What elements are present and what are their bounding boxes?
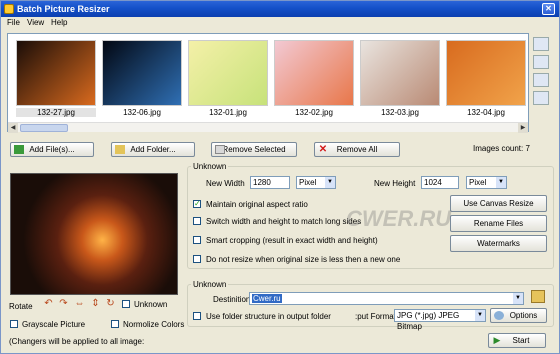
- remove-all-button[interactable]: ✕ Remove All: [314, 142, 400, 157]
- app-window: Batch Picture Resizer ✕ File View Help 1…: [0, 0, 560, 354]
- scroll-thumb[interactable]: [20, 124, 68, 132]
- list-view-icon[interactable]: [533, 73, 549, 87]
- grayscale-checkbox[interactable]: [10, 320, 18, 328]
- thumbnail-label: 132-06.jpg: [123, 108, 161, 117]
- close-icon[interactable]: ✕: [542, 3, 555, 15]
- thumbnail-label: 132-27.jpg: [16, 108, 96, 117]
- normalize-checkbox[interactable]: [111, 320, 119, 328]
- window-title: Batch Picture Resizer: [17, 4, 110, 14]
- thumbnail-label: 132-04.jpg: [467, 108, 505, 117]
- footnote: (Changers will be applied to all image:: [9, 337, 145, 346]
- folder-structure-checkbox[interactable]: [193, 312, 201, 320]
- new-height-input[interactable]: [421, 176, 459, 189]
- switch-sides-label: Switch width and height to match long si…: [206, 217, 362, 226]
- resize-group-title: Unknown: [191, 162, 229, 171]
- grayscale-label: Grayscale Picture: [22, 320, 86, 329]
- add-folder-button[interactable]: Add Folder...: [111, 142, 195, 157]
- thumbnail-image[interactable]: [446, 40, 526, 106]
- maintain-aspect-label: Maintain original aspect ratio: [206, 200, 308, 209]
- browse-folder-icon[interactable]: [531, 290, 545, 303]
- thumbnail-image[interactable]: [360, 40, 440, 106]
- start-button[interactable]: ▶ Start: [488, 333, 546, 348]
- menu-bar: File View Help: [1, 17, 559, 30]
- output-group-title: Unknown: [191, 280, 229, 289]
- chevron-down-icon: ▼: [475, 310, 485, 321]
- no-resize-checkbox[interactable]: [193, 255, 201, 263]
- red-x-icon: ✕: [318, 144, 328, 155]
- new-width-label: New Width: [206, 179, 245, 188]
- destination-input[interactable]: Cwer.ru ▼: [249, 292, 524, 305]
- unknown-label: Unknown: [134, 300, 168, 309]
- image-preview: [10, 173, 178, 295]
- chevron-down-icon: ▼: [496, 177, 506, 188]
- page-icon: [215, 145, 225, 154]
- width-unit-select[interactable]: Pixel ▼: [296, 176, 336, 189]
- watermarks-button[interactable]: Watermarks: [450, 235, 547, 252]
- output-format-label: :put Format: [355, 312, 396, 321]
- horizontal-scrollbar[interactable]: ◀ ▶: [8, 122, 528, 133]
- switch-sides-checkbox[interactable]: [193, 217, 201, 225]
- scroll-left-icon[interactable]: ◀: [8, 123, 18, 133]
- rotate-left-icon[interactable]: ↶: [43, 298, 54, 309]
- rotate-right-icon[interactable]: ↷: [58, 298, 69, 309]
- flip-vertical-icon[interactable]: ⇕: [90, 298, 101, 309]
- scroll-right-icon[interactable]: ▶: [518, 123, 528, 133]
- add-file-icon: [14, 145, 24, 154]
- normalize-label: Normolize Colors: [123, 320, 185, 329]
- chevron-down-icon: ▼: [325, 177, 335, 188]
- menu-help[interactable]: Help: [51, 18, 67, 27]
- site-watermark: CWER.RU: [346, 206, 452, 231]
- rename-files-button[interactable]: Rename Files: [450, 215, 547, 232]
- folder-icon: [115, 145, 125, 154]
- options-button[interactable]: Options: [490, 308, 547, 323]
- destination-label: Destinition: [213, 295, 251, 304]
- output-format-select[interactable]: JPG (*.jpg) JPEG Bitmap ▼: [394, 309, 486, 331]
- menu-file[interactable]: File: [7, 18, 20, 27]
- thumbnail-label: 132-01.jpg: [209, 108, 247, 117]
- thumbnail-image[interactable]: [274, 40, 354, 106]
- menu-view[interactable]: View: [27, 18, 44, 27]
- title-bar: Batch Picture Resizer ✕: [1, 1, 559, 17]
- no-resize-label: Do not resize when original size is less…: [206, 255, 401, 264]
- chevron-down-icon: ▼: [513, 293, 523, 304]
- thumbnail-list[interactable]: 132-27.jpg 132-06.jpg 132-01.jpg 132-02.jpg…: [7, 33, 529, 133]
- gear-icon: [494, 311, 504, 320]
- play-icon: ▶: [493, 335, 501, 345]
- thumbnail-label: 132-03.jpg: [381, 108, 419, 117]
- new-width-input[interactable]: [250, 176, 290, 189]
- canvas-resize-button[interactable]: Use Canvas Resize: [450, 195, 547, 212]
- unknown-checkbox[interactable]: [122, 300, 130, 308]
- large-icons-icon[interactable]: [533, 37, 549, 51]
- rotate-label: Rotate: [9, 302, 33, 311]
- small-icons-icon[interactable]: [533, 55, 549, 69]
- smart-cropping-checkbox[interactable]: [193, 236, 201, 244]
- maintain-aspect-checkbox[interactable]: [193, 199, 201, 208]
- flip-horizontal-icon[interactable]: ⇔: [74, 298, 85, 309]
- images-count: Images count: 7: [473, 144, 530, 153]
- add-files-button[interactable]: Add File(s)...: [10, 142, 94, 157]
- remove-selected-button[interactable]: Remove Selected: [211, 142, 297, 157]
- thumbnail-image[interactable]: [102, 40, 182, 106]
- app-icon: [4, 4, 14, 14]
- reset-rotation-icon[interactable]: ↻: [105, 298, 116, 309]
- new-height-label: New Height: [374, 179, 416, 188]
- thumbnail-image[interactable]: [16, 40, 96, 106]
- details-view-icon[interactable]: [533, 91, 549, 105]
- thumbnail-image[interactable]: [188, 40, 268, 106]
- thumbnail-label: 132-02.jpg: [295, 108, 333, 117]
- folder-structure-label: Use folder structure in output folder: [206, 312, 331, 321]
- smart-cropping-label: Smart cropping (result in exact width an…: [206, 236, 378, 245]
- height-unit-select[interactable]: Pixel ▼: [466, 176, 507, 189]
